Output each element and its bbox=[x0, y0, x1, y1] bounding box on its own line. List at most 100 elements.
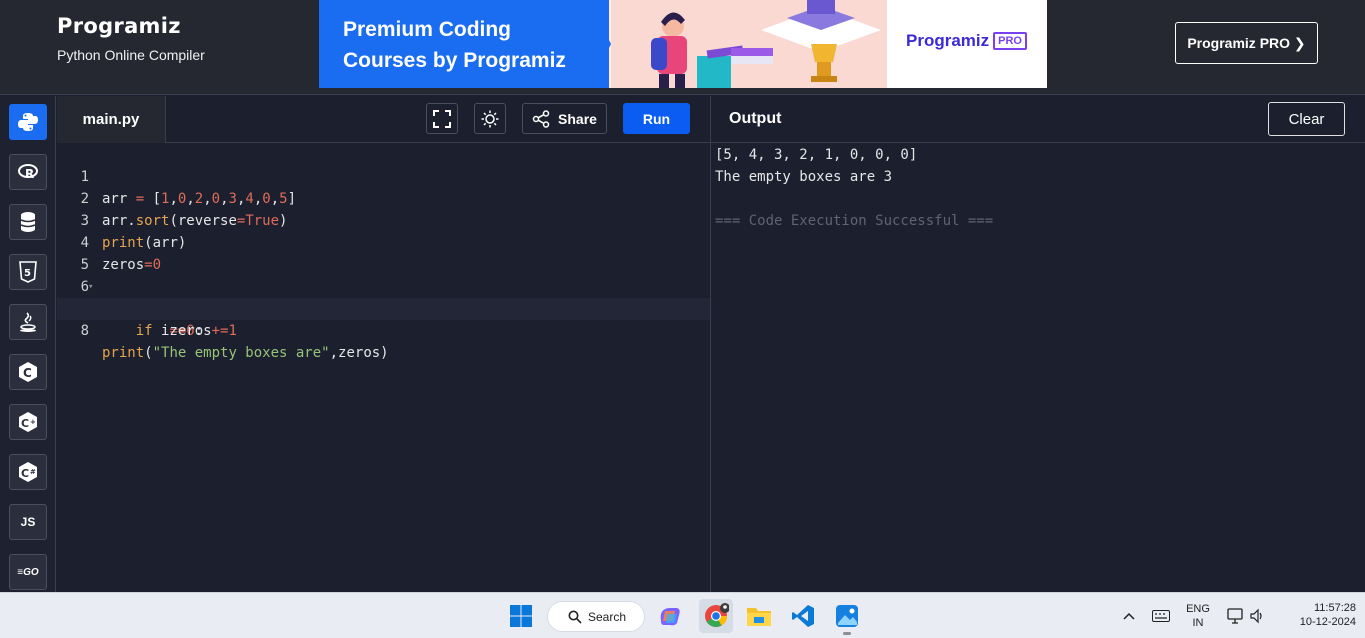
vscode-icon bbox=[792, 605, 814, 627]
photos-icon bbox=[836, 605, 858, 627]
output-line: The empty boxes are 3 bbox=[715, 169, 893, 185]
network-icon bbox=[1227, 608, 1243, 624]
code-editor[interactable]: 1 arr = [1,0,2,0,3,4,0,5] 2 arr.sort(rev… bbox=[57, 144, 710, 592]
banner-logo: Programiz PRO bbox=[906, 31, 1027, 51]
folder-icon bbox=[747, 608, 771, 626]
banner-logo-text: Programiz bbox=[906, 31, 990, 50]
file-tab-main-py[interactable]: main.py bbox=[57, 96, 166, 143]
pro-badge: PRO bbox=[993, 32, 1027, 50]
show-hidden-icons-button[interactable] bbox=[1114, 601, 1144, 631]
search-icon bbox=[568, 610, 582, 624]
output-console: [5, 4, 3, 2, 1, 0, 0, 0] The empty boxes… bbox=[711, 144, 1365, 592]
copilot-icon bbox=[660, 608, 680, 626]
banner-wedge bbox=[589, 0, 611, 88]
code-line[interactable]: 5 ▾ for i in arr: bbox=[57, 232, 710, 317]
output-header: Output Clear bbox=[711, 96, 1365, 143]
chrome-button[interactable] bbox=[699, 599, 733, 633]
start-button[interactable] bbox=[506, 601, 536, 631]
clock[interactable]: 11:57:28 10-12-2024 bbox=[1278, 601, 1356, 629]
taskbar-search[interactable]: Search bbox=[547, 601, 645, 632]
html-language-button[interactable]: 5 bbox=[9, 254, 47, 290]
keyboard-button[interactable] bbox=[1146, 601, 1176, 631]
code-line[interactable]: 2 arr.sort(reverse=True) bbox=[57, 166, 710, 229]
code-line[interactable]: 1 arr = [1,0,2,0,3,4,0,5] bbox=[57, 144, 710, 207]
banner-title-line2: Courses by Programiz bbox=[343, 49, 566, 72]
html5-icon: 5 bbox=[19, 261, 37, 283]
c-icon: C bbox=[19, 362, 37, 382]
svg-text:C: C bbox=[21, 417, 29, 430]
active-app-indicator bbox=[843, 632, 851, 635]
go-language-button[interactable]: ≡GO bbox=[9, 554, 47, 590]
svg-text:+: + bbox=[30, 418, 36, 426]
code-line[interactable]: 3 print(arr) bbox=[57, 188, 710, 251]
java-icon bbox=[20, 312, 36, 332]
java-language-button[interactable] bbox=[9, 304, 47, 340]
fullscreen-button[interactable] bbox=[426, 103, 458, 134]
language-indicator[interactable]: ENG IN bbox=[1180, 602, 1216, 630]
chevron-up-icon bbox=[1123, 612, 1135, 620]
svg-text:5: 5 bbox=[24, 268, 31, 279]
output-line: [5, 4, 3, 2, 1, 0, 0, 0] bbox=[715, 147, 918, 163]
line-number: 8 bbox=[80, 323, 89, 339]
execution-status: === Code Execution Successful === bbox=[715, 213, 994, 229]
language-code: ENG bbox=[1186, 603, 1210, 615]
editor-toolbar: main.py Share Run bbox=[57, 96, 710, 143]
csharp-language-button[interactable]: C # bbox=[9, 454, 47, 490]
promo-banner[interactable]: Premium Coding Courses by Programiz Prog… bbox=[319, 0, 1047, 88]
keyboard-icon bbox=[1152, 610, 1170, 622]
region-code: IN bbox=[1192, 617, 1204, 629]
code-line[interactable]: 4 zeros=0 bbox=[57, 210, 710, 273]
sql-language-button[interactable] bbox=[9, 204, 47, 240]
banner-logo-panel: Programiz PRO bbox=[887, 0, 1047, 88]
cpp-language-button[interactable]: C + bbox=[9, 404, 47, 440]
clock-date: 10-12-2024 bbox=[1299, 616, 1356, 628]
sun-icon bbox=[481, 110, 499, 127]
banner-blue-panel: Premium Coding Courses by Programiz bbox=[319, 0, 609, 88]
database-icon bbox=[20, 212, 36, 232]
svg-text:C: C bbox=[23, 366, 32, 380]
share-button[interactable]: Share bbox=[522, 103, 607, 134]
language-sidebar: R 5 C C + C # JS ≡GO bbox=[0, 96, 56, 592]
code-line[interactable]: 7 zeros+=1 bbox=[57, 276, 710, 339]
banner-illustration bbox=[611, 0, 887, 88]
csharp-icon: C # bbox=[19, 462, 37, 482]
share-icon bbox=[532, 109, 550, 128]
code-text: zeros+=1 bbox=[102, 323, 237, 339]
r-language-button[interactable]: R bbox=[9, 154, 47, 190]
code-line[interactable]: 6 ▾ if i==0: bbox=[57, 254, 710, 339]
r-icon: R bbox=[18, 164, 38, 181]
clear-button[interactable]: Clear bbox=[1268, 102, 1345, 136]
photos-button[interactable] bbox=[832, 601, 862, 631]
svg-text:R: R bbox=[25, 167, 34, 181]
file-explorer-button[interactable] bbox=[744, 601, 774, 631]
code-text: print("The empty boxes are",zeros) bbox=[102, 345, 389, 361]
python-icon bbox=[18, 113, 38, 131]
cpp-icon: C + bbox=[19, 412, 37, 432]
javascript-icon: JS bbox=[20, 515, 36, 529]
run-button[interactable]: Run bbox=[623, 103, 690, 134]
banner-title-line1: Premium Coding bbox=[343, 18, 512, 41]
network-volume-button[interactable] bbox=[1221, 601, 1271, 631]
windows-taskbar: Search ENG IN 11:57:28 10-12-2024 bbox=[0, 592, 1365, 638]
python-language-button[interactable] bbox=[9, 104, 47, 140]
theme-toggle-button[interactable] bbox=[474, 103, 506, 134]
windows-logo-icon bbox=[510, 605, 532, 627]
brand-logo: Programiz bbox=[57, 14, 181, 38]
share-label: Share bbox=[558, 110, 597, 127]
banner-title: Premium Coding Courses by Programiz bbox=[343, 14, 566, 76]
vscode-button[interactable] bbox=[788, 601, 818, 631]
fullscreen-icon bbox=[433, 109, 451, 128]
brand[interactable]: Programiz Python Online Compiler bbox=[57, 14, 205, 63]
output-title: Output bbox=[729, 110, 782, 127]
clock-time: 11:57:28 bbox=[1313, 602, 1356, 614]
javascript-language-button[interactable]: JS bbox=[9, 504, 47, 540]
page-subtitle: Python Online Compiler bbox=[57, 47, 205, 63]
go-icon: ≡GO bbox=[17, 566, 39, 578]
svg-text:#: # bbox=[30, 468, 36, 476]
chrome-icon bbox=[705, 603, 729, 627]
programiz-pro-button[interactable]: Programiz PRO ❯ bbox=[1175, 22, 1318, 64]
code-line-active[interactable]: 8 print("The empty boxes are",zeros) bbox=[57, 298, 710, 361]
copilot-button[interactable] bbox=[655, 601, 685, 631]
c-language-button[interactable]: C bbox=[9, 354, 47, 390]
volume-icon bbox=[1250, 608, 1262, 624]
